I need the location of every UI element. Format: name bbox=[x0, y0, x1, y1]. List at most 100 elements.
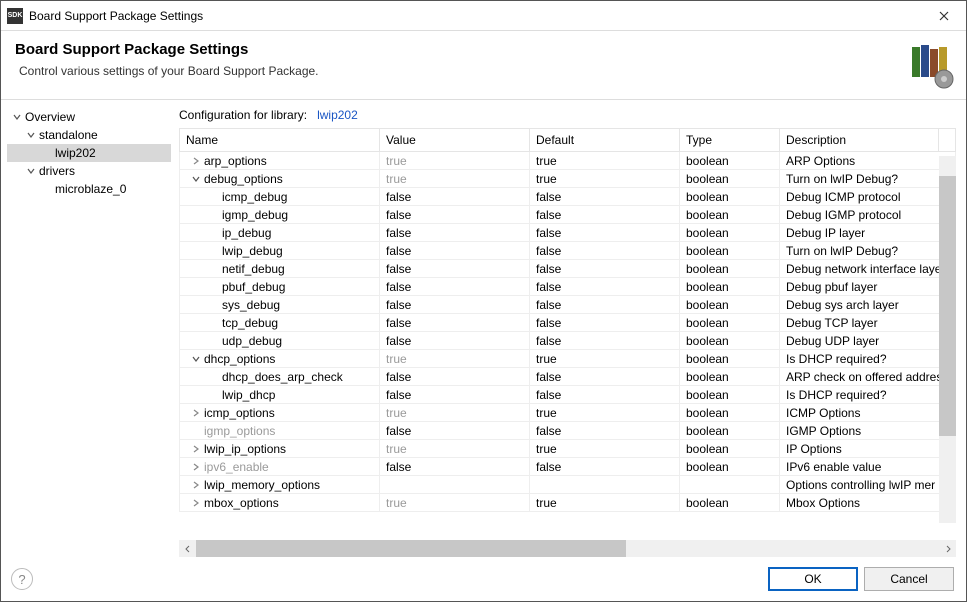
chevron-right-icon bbox=[41, 183, 53, 195]
setting-value[interactable]: false bbox=[380, 206, 530, 224]
col-header-type[interactable]: Type bbox=[680, 129, 780, 152]
setting-default: false bbox=[530, 368, 680, 386]
setting-type: boolean bbox=[680, 170, 780, 188]
setting-name: icmp_options bbox=[204, 406, 275, 420]
setting-value[interactable]: false bbox=[380, 314, 530, 332]
col-header-default[interactable]: Default bbox=[530, 129, 680, 152]
config-library-name: lwip202 bbox=[317, 108, 358, 122]
setting-name: lwip_dhcp bbox=[222, 388, 275, 402]
table-row[interactable]: igmp_debugfalsefalsebooleanDebug IGMP pr… bbox=[180, 206, 956, 224]
setting-description: Debug IGMP protocol bbox=[780, 206, 956, 224]
tree-item-drivers[interactable]: drivers bbox=[7, 162, 171, 180]
chevron-down-icon[interactable] bbox=[11, 111, 23, 123]
setting-value[interactable]: false bbox=[380, 296, 530, 314]
table-row[interactable]: ip_debugfalsefalsebooleanDebug IP layer bbox=[180, 224, 956, 242]
tree-item-overview[interactable]: Overview bbox=[7, 108, 171, 126]
horizontal-scrollbar-thumb[interactable] bbox=[196, 540, 626, 557]
table-row[interactable]: lwip_debugfalsefalsebooleanTurn on lwIP … bbox=[180, 242, 956, 260]
chevron-down-icon[interactable] bbox=[25, 129, 37, 141]
chevron-right-icon[interactable] bbox=[190, 481, 202, 489]
setting-name: ip_debug bbox=[222, 226, 271, 240]
horizontal-scrollbar[interactable] bbox=[179, 540, 956, 557]
setting-type: boolean bbox=[680, 296, 780, 314]
setting-value[interactable]: false bbox=[380, 386, 530, 404]
chevron-right-icon[interactable] bbox=[190, 499, 202, 507]
setting-description: Is DHCP required? bbox=[780, 386, 956, 404]
setting-value[interactable]: false bbox=[380, 278, 530, 296]
setting-default: true bbox=[530, 152, 680, 170]
chevron-right-icon[interactable] bbox=[190, 445, 202, 453]
settings-table[interactable]: Name Value Default Type Description arp_… bbox=[179, 128, 956, 557]
table-row[interactable]: icmp_optionstruetruebooleanICMP Options bbox=[180, 404, 956, 422]
tree-item-standalone[interactable]: standalone bbox=[7, 126, 171, 144]
setting-value[interactable]: false bbox=[380, 242, 530, 260]
table-row[interactable]: udp_debugfalsefalsebooleanDebug UDP laye… bbox=[180, 332, 956, 350]
setting-value[interactable]: false bbox=[380, 260, 530, 278]
setting-value[interactable] bbox=[380, 476, 530, 494]
table-row[interactable]: dhcp_does_arp_checkfalsefalsebooleanARP … bbox=[180, 368, 956, 386]
table-row[interactable]: ipv6_enablefalsefalsebooleanIPv6 enable … bbox=[180, 458, 956, 476]
chevron-right-icon[interactable] bbox=[190, 463, 202, 471]
scroll-left-arrow[interactable] bbox=[179, 540, 196, 557]
setting-value[interactable]: false bbox=[380, 224, 530, 242]
setting-description: ARP check on offered addres bbox=[780, 368, 956, 386]
table-row[interactable]: netif_debugfalsefalsebooleanDebug networ… bbox=[180, 260, 956, 278]
table-row[interactable]: dhcp_optionstruetruebooleanIs DHCP requi… bbox=[180, 350, 956, 368]
table-row[interactable]: debug_optionstruetruebooleanTurn on lwIP… bbox=[180, 170, 956, 188]
table-row[interactable]: igmp_optionsfalsefalsebooleanIGMP Option… bbox=[180, 422, 956, 440]
table-row[interactable]: mbox_optionstruetruebooleanMbox Options bbox=[180, 494, 956, 512]
col-header-value[interactable]: Value bbox=[380, 129, 530, 152]
setting-type: boolean bbox=[680, 332, 780, 350]
setting-value[interactable]: true bbox=[380, 440, 530, 458]
close-button[interactable] bbox=[921, 1, 966, 30]
table-row[interactable]: pbuf_debugfalsefalsebooleanDebug pbuf la… bbox=[180, 278, 956, 296]
setting-default: false bbox=[530, 206, 680, 224]
table-row[interactable]: arp_optionstruetruebooleanARP Options bbox=[180, 152, 956, 170]
table-row[interactable]: icmp_debugfalsefalsebooleanDebug ICMP pr… bbox=[180, 188, 956, 206]
chevron-down-icon[interactable] bbox=[190, 175, 202, 183]
vertical-scrollbar-thumb[interactable] bbox=[939, 176, 956, 436]
setting-name: dhcp_does_arp_check bbox=[222, 370, 343, 384]
col-header-description[interactable]: Description bbox=[780, 129, 939, 152]
page-title: Board Support Package Settings bbox=[15, 41, 896, 58]
setting-type: boolean bbox=[680, 386, 780, 404]
col-header-name[interactable]: Name bbox=[180, 129, 380, 152]
setting-name: netif_debug bbox=[222, 262, 285, 276]
chevron-down-icon[interactable] bbox=[25, 165, 37, 177]
table-row[interactable]: tcp_debugfalsefalsebooleanDebug TCP laye… bbox=[180, 314, 956, 332]
titlebar: SDK Board Support Package Settings bbox=[1, 1, 966, 31]
navigation-tree[interactable]: Overviewstandalonelwip202driversmicrobla… bbox=[1, 100, 171, 557]
cancel-button[interactable]: Cancel bbox=[864, 567, 954, 591]
help-button[interactable]: ? bbox=[11, 568, 33, 590]
setting-value[interactable]: false bbox=[380, 422, 530, 440]
table-row[interactable]: lwip_dhcpfalsefalsebooleanIs DHCP requir… bbox=[180, 386, 956, 404]
table-row[interactable]: sys_debugfalsefalsebooleanDebug sys arch… bbox=[180, 296, 956, 314]
setting-description: IGMP Options bbox=[780, 422, 956, 440]
chevron-right-icon[interactable] bbox=[190, 157, 202, 165]
setting-type: boolean bbox=[680, 224, 780, 242]
setting-description: Mbox Options bbox=[780, 494, 956, 512]
chevron-right-icon[interactable] bbox=[190, 409, 202, 417]
table-header-row: Name Value Default Type Description bbox=[180, 129, 956, 152]
tree-item-lwip202[interactable]: lwip202 bbox=[7, 144, 171, 162]
setting-value[interactable]: false bbox=[380, 368, 530, 386]
tree-item-microblaze_0[interactable]: microblaze_0 bbox=[7, 180, 171, 198]
setting-name: pbuf_debug bbox=[222, 280, 285, 294]
setting-value[interactable]: false bbox=[380, 332, 530, 350]
setting-value[interactable]: true bbox=[380, 152, 530, 170]
setting-value[interactable]: true bbox=[380, 494, 530, 512]
ok-button[interactable]: OK bbox=[768, 567, 858, 591]
scroll-right-arrow[interactable] bbox=[939, 540, 956, 557]
setting-type: boolean bbox=[680, 242, 780, 260]
chevron-down-icon[interactable] bbox=[190, 355, 202, 363]
vertical-scrollbar[interactable] bbox=[939, 156, 956, 523]
setting-value[interactable]: true bbox=[380, 404, 530, 422]
setting-value[interactable]: false bbox=[380, 188, 530, 206]
setting-type: boolean bbox=[680, 350, 780, 368]
setting-value[interactable]: true bbox=[380, 170, 530, 188]
table-row[interactable]: lwip_ip_optionstruetruebooleanIP Options bbox=[180, 440, 956, 458]
table-row[interactable]: lwip_memory_optionsOptions controlling l… bbox=[180, 476, 956, 494]
setting-description: Options controlling lwIP mer bbox=[780, 476, 956, 494]
setting-value[interactable]: true bbox=[380, 350, 530, 368]
setting-value[interactable]: false bbox=[380, 458, 530, 476]
